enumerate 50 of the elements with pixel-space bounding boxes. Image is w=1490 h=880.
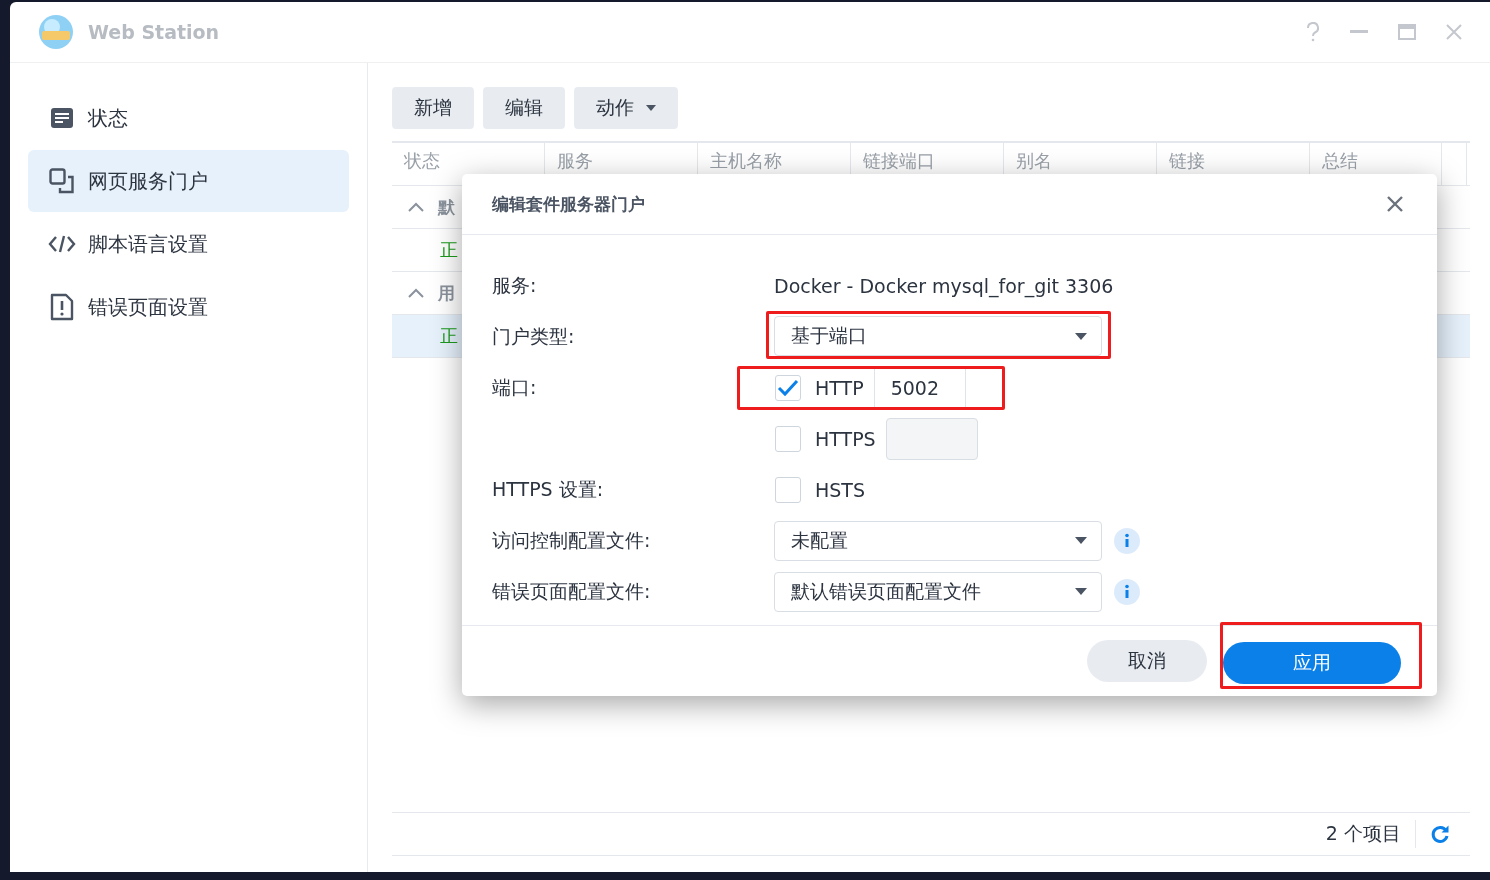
chevron-icon[interactable] [408,202,424,212]
info-icon[interactable] [1113,577,1141,606]
toolbar-button[interactable]: 动作 [574,87,678,129]
refresh-icon[interactable] [1430,824,1450,844]
cancel-button[interactable]: 取消 [1087,640,1207,682]
info-icon[interactable] [1113,526,1141,555]
dropdown-field[interactable]: 默认错误页面配置文件 [774,571,1102,612]
caret-icon [1075,537,1087,544]
group-label: 用 [438,281,455,305]
chevron-icon[interactable] [408,288,424,298]
dropdown-field[interactable]: 未配置 [774,520,1102,561]
field-label: 服务: [492,273,537,296]
caret-icon [646,105,656,111]
help-icon[interactable] [1306,22,1320,42]
caret-icon [1075,588,1087,595]
field-label: 门户类型: [492,324,575,347]
checkbox[interactable] [775,425,801,452]
alert-file-icon [48,293,76,321]
sidebar-item[interactable]: 脚本语言设置 [28,213,349,275]
toolbar-button[interactable]: 编辑 [483,87,565,129]
toolbar-button[interactable]: 新增 [392,87,474,129]
caret-icon [1075,332,1087,340]
list-icon [48,107,76,129]
field-label: 访问控制配置文件: [492,528,651,551]
windows-icon [48,168,76,194]
port-field[interactable] [885,417,978,460]
checkbox-label: HSTS [815,478,865,501]
window-title: Web Station [88,21,220,43]
port-field[interactable]: 5002 [873,368,966,407]
code-icon [48,234,76,254]
sidebar-item[interactable]: 错误页面设置 [28,276,349,338]
field-label: HTTPS 设置: [492,477,604,500]
dropdown-field[interactable]: 基于端口 [774,316,1102,356]
checkbox[interactable] [775,476,801,503]
close-icon[interactable] [1387,196,1403,212]
field-label: 端口: [492,375,537,398]
sidebar-item[interactable]: 状态 [28,87,349,149]
maximize-icon[interactable] [1398,24,1416,40]
group-label: 默 [438,195,455,219]
checkbox-label: HTTP [815,376,864,399]
sidebar-item[interactable]: 网页服务门户 [28,150,349,212]
minimize-icon[interactable] [1350,30,1368,34]
dialog-title: 编辑套件服务器门户 [492,192,645,216]
globe-logo-icon [38,14,74,50]
field-label: 错误页面配置文件: [492,579,651,602]
checkbox[interactable] [775,374,801,401]
checkbox-label: HTTPS [815,427,876,450]
item-count: 2 个项目 [1325,821,1401,846]
apply-button[interactable]: 应用 [1223,641,1401,684]
field-value: Docker - Docker mysql_for_git 3306 [774,274,1114,297]
